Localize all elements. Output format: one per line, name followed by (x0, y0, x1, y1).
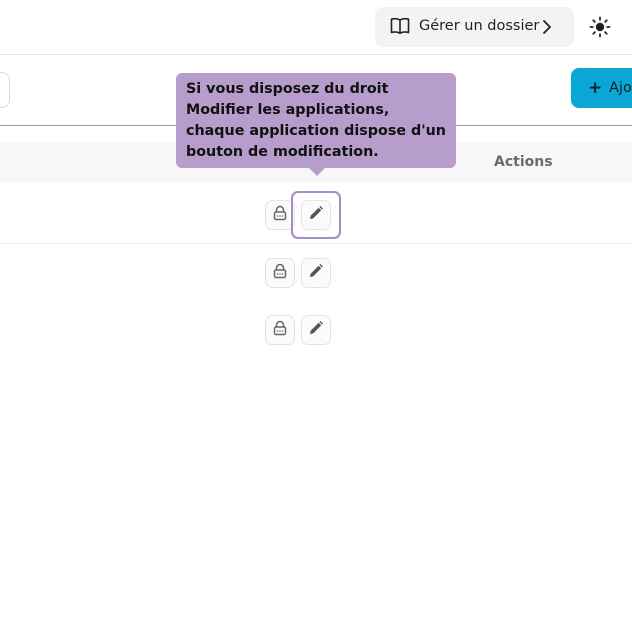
manage-folder-button[interactable]: Gérer un dossier (375, 7, 574, 47)
edit-pencil-icon (308, 263, 324, 283)
edit-pencil-icon (308, 320, 324, 340)
add-application-button[interactable]: + Ajo (571, 68, 632, 108)
chevron-right-icon (542, 19, 552, 39)
guide-tooltip: Si vous disposez du droit Modifier les a… (176, 73, 456, 168)
edit-button[interactable] (301, 315, 331, 345)
top-bar: Gérer un dossier (0, 0, 632, 55)
actions-column-header: Actions (494, 154, 553, 170)
add-button-label: Ajo (609, 80, 632, 96)
lock-button[interactable] (265, 258, 295, 288)
table-row (0, 301, 632, 358)
sun-icon[interactable] (589, 16, 611, 42)
edit-button-highlight (291, 191, 341, 239)
search-input[interactable] (0, 72, 10, 108)
tooltip-arrow (309, 168, 325, 176)
plus-icon: + (588, 78, 603, 98)
lock-icon (272, 320, 288, 340)
lock-icon (272, 205, 288, 225)
table-row (0, 244, 632, 302)
manage-folder-label: Gérer un dossier (419, 18, 540, 34)
edit-button[interactable] (301, 258, 331, 288)
lock-icon (272, 263, 288, 283)
lock-button[interactable] (265, 315, 295, 345)
book-icon (390, 17, 410, 39)
